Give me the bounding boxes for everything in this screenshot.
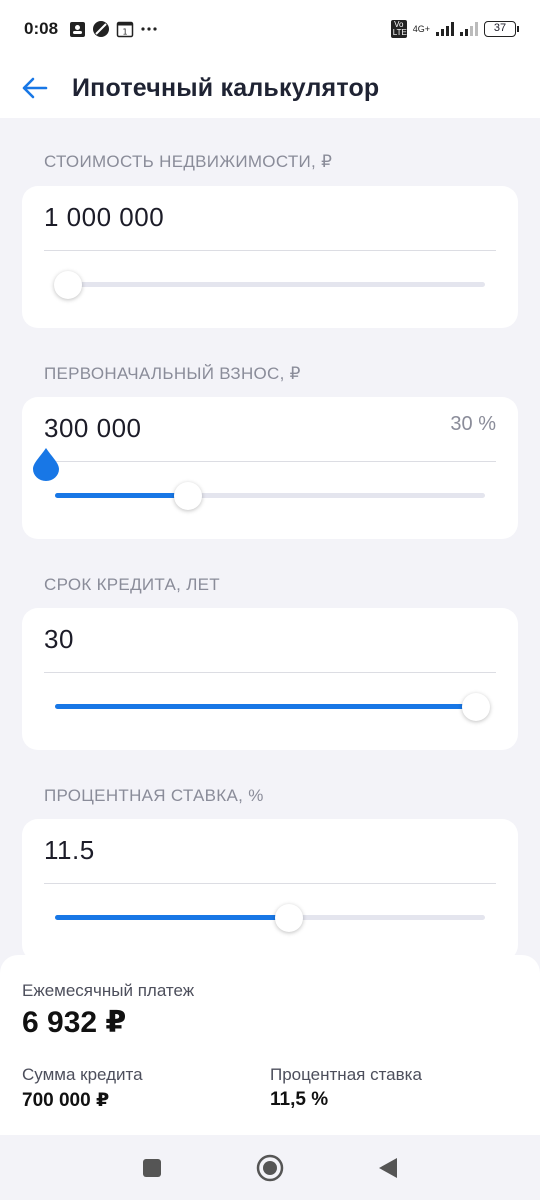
interest-rate-value: 11,5 % <box>270 1089 329 1110</box>
monthly-payment-value: 6 932 ₽ <box>22 1006 127 1039</box>
price-slider-thumb[interactable] <box>53 271 82 299</box>
price-input[interactable]: 1 000 000 <box>44 202 164 233</box>
loan-amount-label: Сумма кредита <box>22 1065 143 1084</box>
down-payment-slider-thumb[interactable] <box>174 482 203 510</box>
term-slider-fill <box>55 704 477 709</box>
term-input[interactable]: 30 <box>44 624 74 655</box>
down-payment-percent: 30 % <box>450 413 496 435</box>
rate-label: ПРОЦЕНТНАЯ СТАВКА, % <box>44 786 264 805</box>
text-cursor-handle-icon[interactable] <box>32 447 60 481</box>
status-right: Vo LTE 4G+ 37 <box>390 20 519 38</box>
down-payment-label: ПЕРВОНАЧАЛЬНЫЙ ВЗНОС, ₽ <box>44 364 301 383</box>
back-triangle-icon[interactable] <box>374 1154 402 1182</box>
rate-slider-fill <box>55 915 290 920</box>
price-card: 1 000 000 <box>22 186 518 328</box>
contact-card-icon <box>68 20 86 38</box>
divider <box>44 250 496 251</box>
monthly-payment-label: Ежемесячный платеж <box>22 981 195 1000</box>
rate-card: 11.5 <box>22 819 518 961</box>
price-label: СТОИМОСТЬ НЕДВИЖИМОСТИ, ₽ <box>44 152 333 171</box>
square-icon[interactable] <box>138 1154 166 1182</box>
term-slider[interactable] <box>55 693 491 721</box>
down-payment-slider[interactable] <box>55 482 485 510</box>
status-bar: 0:08 1 Vo LTE 4G+ 37 <box>0 0 540 58</box>
more-dots-icon <box>140 20 158 38</box>
divider <box>44 672 496 673</box>
term-label: СРОК КРЕДИТА, ЛЕТ <box>44 575 220 594</box>
battery-icon: 37 <box>484 21 519 37</box>
down-payment-slider-fill <box>55 493 189 498</box>
home-circle-icon[interactable] <box>256 1154 284 1182</box>
divider <box>44 883 496 884</box>
loan-amount-value: 700 000 ₽ <box>22 1090 110 1111</box>
signal-strength-icon <box>436 22 454 36</box>
calendar-icon: 1 <box>116 20 134 38</box>
arrow-left-icon[interactable] <box>22 73 52 103</box>
signal-strength-2-icon <box>460 22 478 36</box>
term-card: 30 <box>22 608 518 750</box>
volte-badge: Vo LTE <box>390 20 407 38</box>
down-payment-card: 300 000 30 % <box>22 397 518 539</box>
divider <box>44 461 496 462</box>
page-title: Ипотечный калькулятор <box>72 73 380 102</box>
network-type: 4G+ <box>412 24 430 34</box>
summary-panel: Ежемесячный платеж 6 932 ₽ Сумма кредита… <box>0 955 540 1135</box>
rate-slider-thumb[interactable] <box>275 904 304 932</box>
svg-text:1: 1 <box>122 28 127 37</box>
app-header: Ипотечный калькулятор <box>0 58 540 118</box>
interest-rate-label: Процентная ставка <box>270 1065 422 1084</box>
rate-slider[interactable] <box>55 904 485 932</box>
status-time: 0:08 <box>24 19 59 38</box>
price-slider[interactable] <box>53 271 485 299</box>
no-sync-icon <box>92 20 110 38</box>
rate-input[interactable]: 11.5 <box>44 835 95 866</box>
down-payment-input[interactable]: 300 000 <box>44 413 141 444</box>
term-slider-thumb[interactable] <box>462 693 491 721</box>
system-nav-bar <box>0 1135 540 1200</box>
